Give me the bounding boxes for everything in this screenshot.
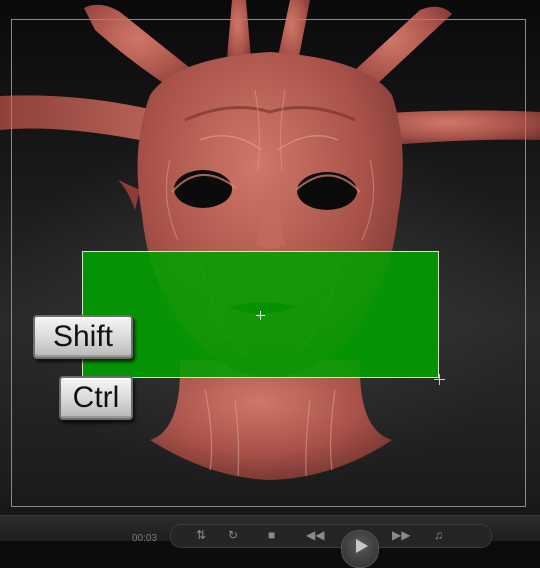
refresh-icon[interactable]: ↻ [228,529,238,541]
rewind-icon[interactable]: ◀◀ [306,529,324,541]
time-readout: 00:03 [132,533,158,544]
fast-forward-icon[interactable]: ▶▶ [392,529,410,541]
selection-center-marker [256,311,265,320]
stop-icon[interactable]: ■ [268,529,275,541]
ctrl-key-overlay: Ctrl [59,376,133,420]
controls-pill [170,524,492,548]
volume-icon[interactable]: ♫ [434,529,443,541]
sculpting-viewport[interactable]: Shift Ctrl [0,0,540,540]
play-button[interactable] [341,530,379,568]
play-icon [356,539,368,553]
loop-icon[interactable]: ⇅ [196,529,206,541]
video-player-controls: 00:03 ⇅ ↻ ■ ◀◀ ▶▶ ♫ [0,515,540,568]
shift-key-overlay: Shift [33,315,133,359]
crosshair-cursor-icon [434,374,445,385]
